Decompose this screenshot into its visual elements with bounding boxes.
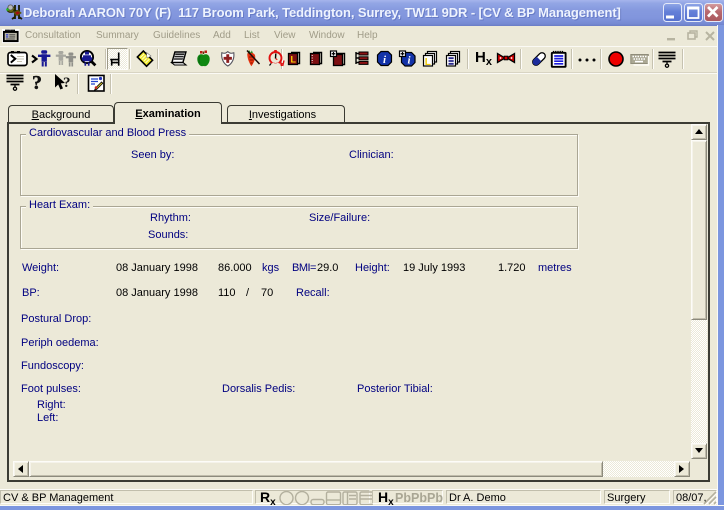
svg-text:?: ?	[32, 72, 42, 94]
svg-text:?: ?	[63, 75, 71, 91]
svg-text:L: L	[425, 57, 431, 68]
svg-text:Pb: Pb	[411, 491, 427, 505]
svg-text:L: L	[291, 55, 297, 65]
svg-text:Pb: Pb	[395, 491, 411, 505]
svg-text:Pb: Pb	[427, 491, 443, 505]
